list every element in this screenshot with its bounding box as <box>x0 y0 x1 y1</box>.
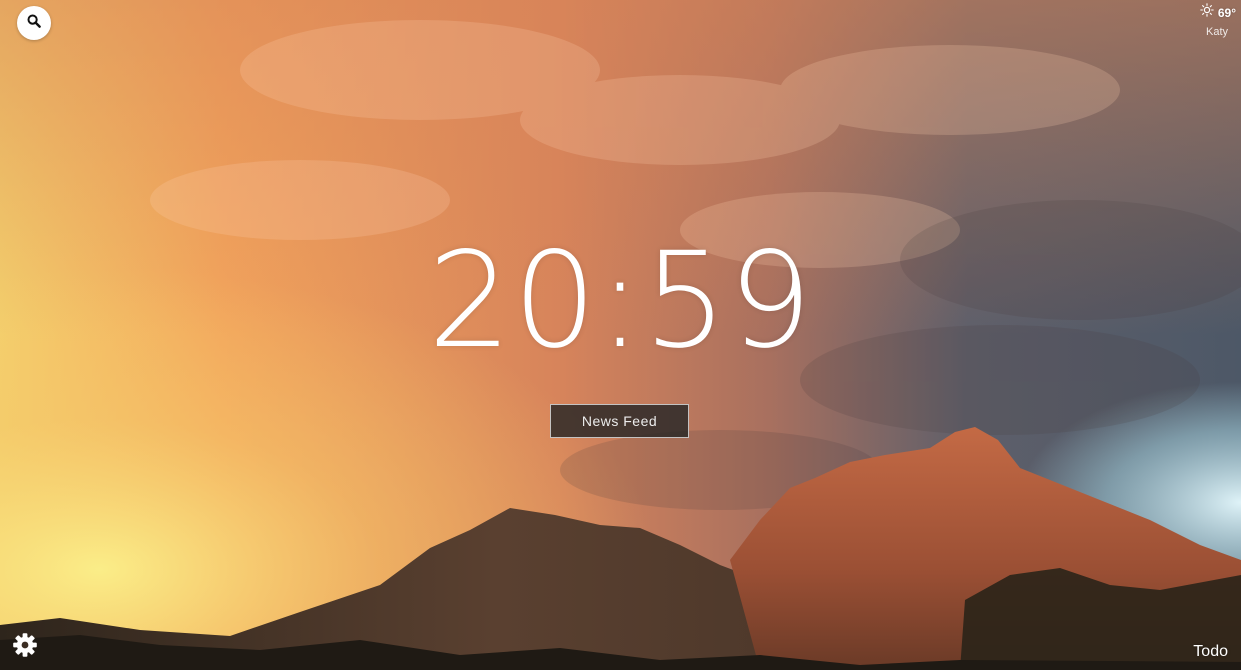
gear-icon <box>10 633 40 664</box>
clock-time: 20:59 <box>427 224 814 378</box>
weather-widget[interactable]: 69° Katy <box>1200 3 1236 38</box>
new-tab-page: 69° Katy 20:59 News Feed Todo <box>0 0 1241 670</box>
settings-button[interactable] <box>10 630 40 660</box>
todo-button[interactable]: Todo <box>1193 643 1228 661</box>
search-button[interactable] <box>17 6 51 40</box>
news-feed-button[interactable]: News Feed <box>550 404 689 438</box>
weather-temperature: 69° <box>1217 5 1236 20</box>
search-icon <box>27 14 41 33</box>
sun-icon <box>1200 3 1214 22</box>
weather-city: Katy <box>1205 26 1228 38</box>
weather-row: 69° <box>1200 3 1236 22</box>
